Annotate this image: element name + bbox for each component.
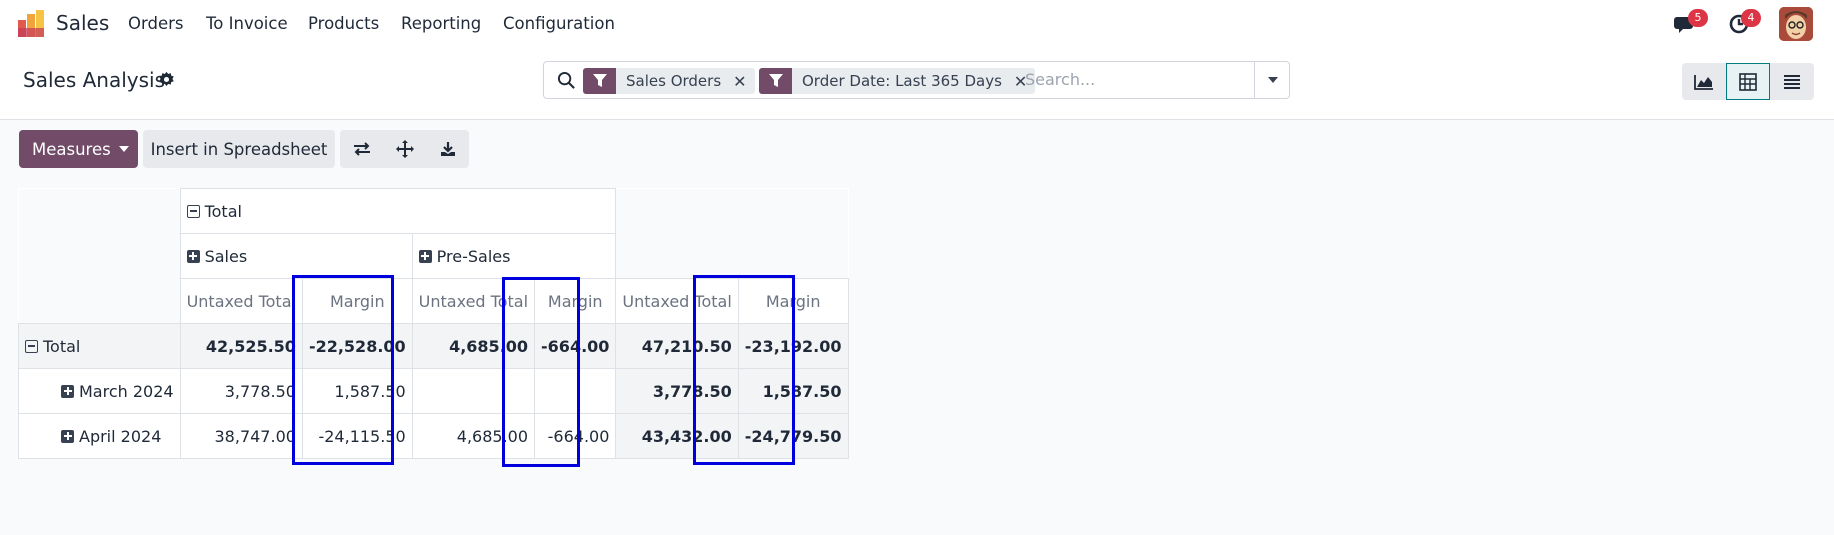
control-panel: Sales Analysis Sales Orders ✕ Order Date… xyxy=(0,48,1834,120)
menu-orders[interactable]: Orders xyxy=(128,14,184,33)
expand-icon xyxy=(418,249,432,263)
caret-down-icon xyxy=(1267,77,1278,83)
facet-label: Order Date: Last 365 Days xyxy=(802,72,1002,90)
expand-icon xyxy=(61,384,74,398)
search-input[interactable] xyxy=(1025,70,1265,89)
pivot-table-icon xyxy=(1739,72,1757,91)
row-header-label: Total xyxy=(43,336,81,356)
measures-dropdown-button[interactable]: Measures xyxy=(19,130,138,168)
cell-sales-untaxed[interactable]: 38,747.00 xyxy=(179,413,303,459)
pivot-corner xyxy=(18,278,181,324)
pivot-corner xyxy=(18,188,181,234)
download-button[interactable] xyxy=(426,130,469,168)
page-title: Sales Analysis xyxy=(23,68,165,92)
expand-all-button[interactable] xyxy=(383,130,426,168)
view-graph-button[interactable] xyxy=(1682,63,1726,100)
col-header-label: Sales xyxy=(204,246,248,266)
cell-sales-untaxed[interactable]: 3,778.50 xyxy=(179,368,303,414)
menu-to-invoice[interactable]: To Invoice xyxy=(206,14,288,33)
row-header-total[interactable]: Total xyxy=(18,323,181,369)
highlight-pre-sales-margin-column xyxy=(502,277,580,467)
messages-badge: 5 xyxy=(1688,9,1708,27)
pivot-corner xyxy=(18,233,181,279)
measures-label: Measures xyxy=(32,139,111,159)
collapse-icon xyxy=(25,339,38,353)
area-chart-icon xyxy=(1694,74,1713,90)
col-header-sales[interactable]: Sales xyxy=(179,233,413,279)
row-header-label: April 2024 xyxy=(79,426,162,446)
caret-down-icon xyxy=(118,146,129,152)
remove-facet-icon[interactable]: ✕ xyxy=(733,72,746,91)
highlight-sales-margin-column xyxy=(292,275,394,465)
search-bar: Sales Orders ✕ Order Date: Last 365 Days… xyxy=(543,61,1290,99)
search-options-toggle[interactable] xyxy=(1254,62,1290,98)
search-icon[interactable] xyxy=(557,71,576,90)
row-header-march-2024[interactable]: March 2024 xyxy=(18,368,181,414)
pivot-blank xyxy=(615,233,849,279)
filter-icon xyxy=(759,68,792,94)
col-header-total[interactable]: Total xyxy=(179,188,617,234)
col-header-label: Total xyxy=(204,201,242,221)
expand-icon xyxy=(61,429,74,443)
list-icon xyxy=(1784,74,1800,89)
arrows-icon xyxy=(395,140,414,158)
sales-app-icon[interactable] xyxy=(18,10,44,37)
view-list-button[interactable] xyxy=(1770,63,1814,100)
expand-icon xyxy=(186,249,200,263)
menu-reporting[interactable]: Reporting xyxy=(401,14,481,33)
exchange-icon xyxy=(353,142,370,156)
flip-axis-button[interactable] xyxy=(340,130,383,168)
collapse-icon xyxy=(186,204,200,218)
download-icon xyxy=(440,142,455,156)
gear-icon[interactable] xyxy=(158,71,175,88)
row-header-april-2024[interactable]: April 2024 xyxy=(18,413,181,459)
menu-products[interactable]: Products xyxy=(308,14,379,33)
activities-badge: 4 xyxy=(1741,9,1761,27)
highlight-total-margin-column xyxy=(693,275,795,465)
top-navbar: Sales Orders To Invoice Products Reporti… xyxy=(0,0,1834,48)
app-name[interactable]: Sales xyxy=(56,11,109,35)
pivot-blank xyxy=(615,188,849,234)
search-facet-order-date: Order Date: Last 365 Days ✕ xyxy=(759,68,1036,94)
filter-icon xyxy=(583,68,616,94)
measure-header-untaxed-total[interactable]: Untaxed Total xyxy=(179,278,303,324)
menu-configuration[interactable]: Configuration xyxy=(503,14,615,33)
search-facet-sales-orders: Sales Orders ✕ xyxy=(583,68,755,94)
insert-in-spreadsheet-button[interactable]: Insert in Spreadsheet xyxy=(143,130,335,168)
row-header-label: March 2024 xyxy=(79,381,174,401)
col-header-label: Pre-Sales xyxy=(436,246,511,266)
view-pivot-button[interactable] xyxy=(1726,63,1770,100)
user-avatar[interactable] xyxy=(1779,7,1813,41)
facet-label: Sales Orders xyxy=(626,72,722,90)
cell-sales-untaxed[interactable]: 42,525.50 xyxy=(179,323,303,369)
col-header-pre-sales[interactable]: Pre-Sales xyxy=(411,233,617,279)
